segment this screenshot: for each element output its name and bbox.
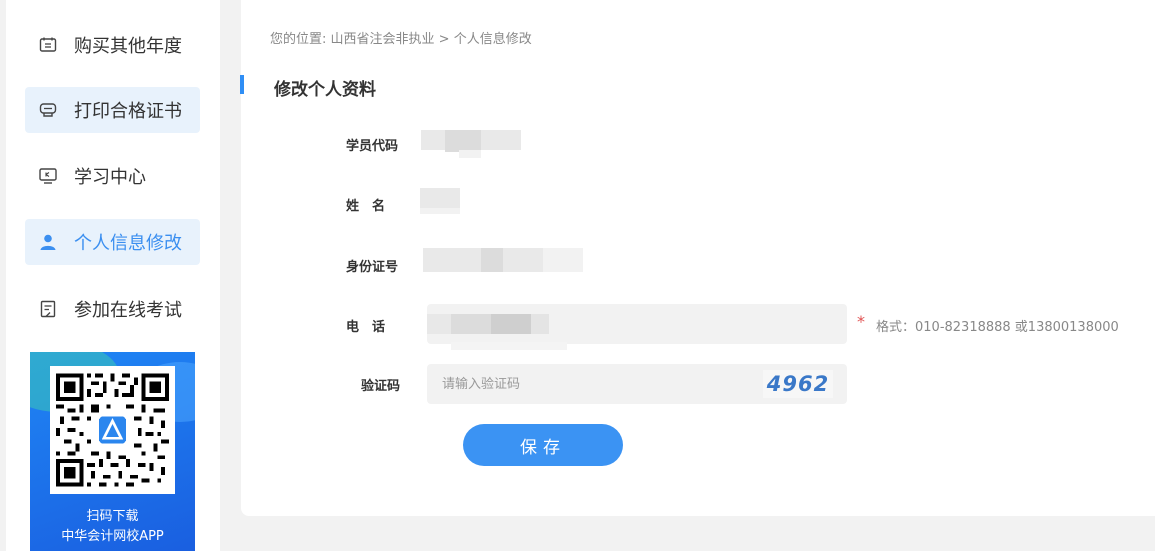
- phone-input[interactable]: [427, 304, 847, 344]
- sidebar-item-learning-center[interactable]: 学习中心: [25, 153, 200, 199]
- main-panel: 您的位置: 山西省注会非执业 > 个人信息修改 修改个人资料 学员代码 姓 名 …: [240, 0, 1155, 516]
- calendar-icon: [38, 35, 58, 55]
- student-code-label: 学员代码: [346, 139, 399, 154]
- qr-code: [50, 366, 175, 494]
- captcha-label: 验证码: [361, 379, 401, 394]
- breadcrumb-path[interactable]: 山西省注会非执业 > 个人信息修改: [331, 32, 532, 47]
- sidebar-item-personal-info[interactable]: 个人信息修改: [25, 219, 200, 265]
- page-title: 修改个人资料: [274, 80, 376, 100]
- name-label: 姓 名: [346, 199, 386, 214]
- required-mark: *: [857, 312, 865, 331]
- user-icon: [38, 232, 58, 252]
- promo-scan-text: 扫码下载: [86, 509, 139, 524]
- sidebar-item-label: 购买其他年度: [74, 36, 182, 57]
- phone-label: 电 话: [346, 320, 386, 335]
- phone-format-hint: 格式：010-82318888 或13800138000: [876, 320, 1119, 335]
- sidebar-item-label: 打印合格证书: [74, 101, 182, 122]
- app-download-banner[interactable]: 扫码下载 中华会计网校APP: [30, 352, 195, 551]
- sidebar-item-online-exam[interactable]: 参加在线考试: [25, 286, 200, 332]
- id-number-label: 身份证号: [346, 260, 399, 275]
- sidebar-item-buy-other-years[interactable]: 购买其他年度: [25, 22, 200, 68]
- phone-redaction-overflow: [451, 342, 567, 350]
- captcha-image[interactable]: 4962: [763, 370, 833, 398]
- monitor-icon: [38, 166, 58, 186]
- exam-icon: [38, 299, 58, 319]
- save-button[interactable]: 保存: [463, 424, 623, 466]
- sidebar: 购买其他年度 打印合格证书 学习中心 个人信息修改 参加在线考试 扫码下载 中华…: [6, 0, 220, 551]
- certificate-icon: [38, 100, 58, 120]
- sidebar-item-label: 参加在线考试: [74, 300, 182, 321]
- sidebar-item-print-certificate[interactable]: 打印合格证书: [25, 87, 200, 133]
- breadcrumb: 您的位置: 山西省注会非执业 > 个人信息修改: [270, 28, 532, 47]
- title-accent-bar: [240, 75, 244, 94]
- sidebar-item-label: 学习中心: [74, 167, 146, 188]
- breadcrumb-prefix: 您的位置:: [270, 32, 327, 47]
- promo-app-name: 中华会计网校APP: [61, 529, 164, 544]
- sidebar-item-label: 个人信息修改: [74, 233, 182, 254]
